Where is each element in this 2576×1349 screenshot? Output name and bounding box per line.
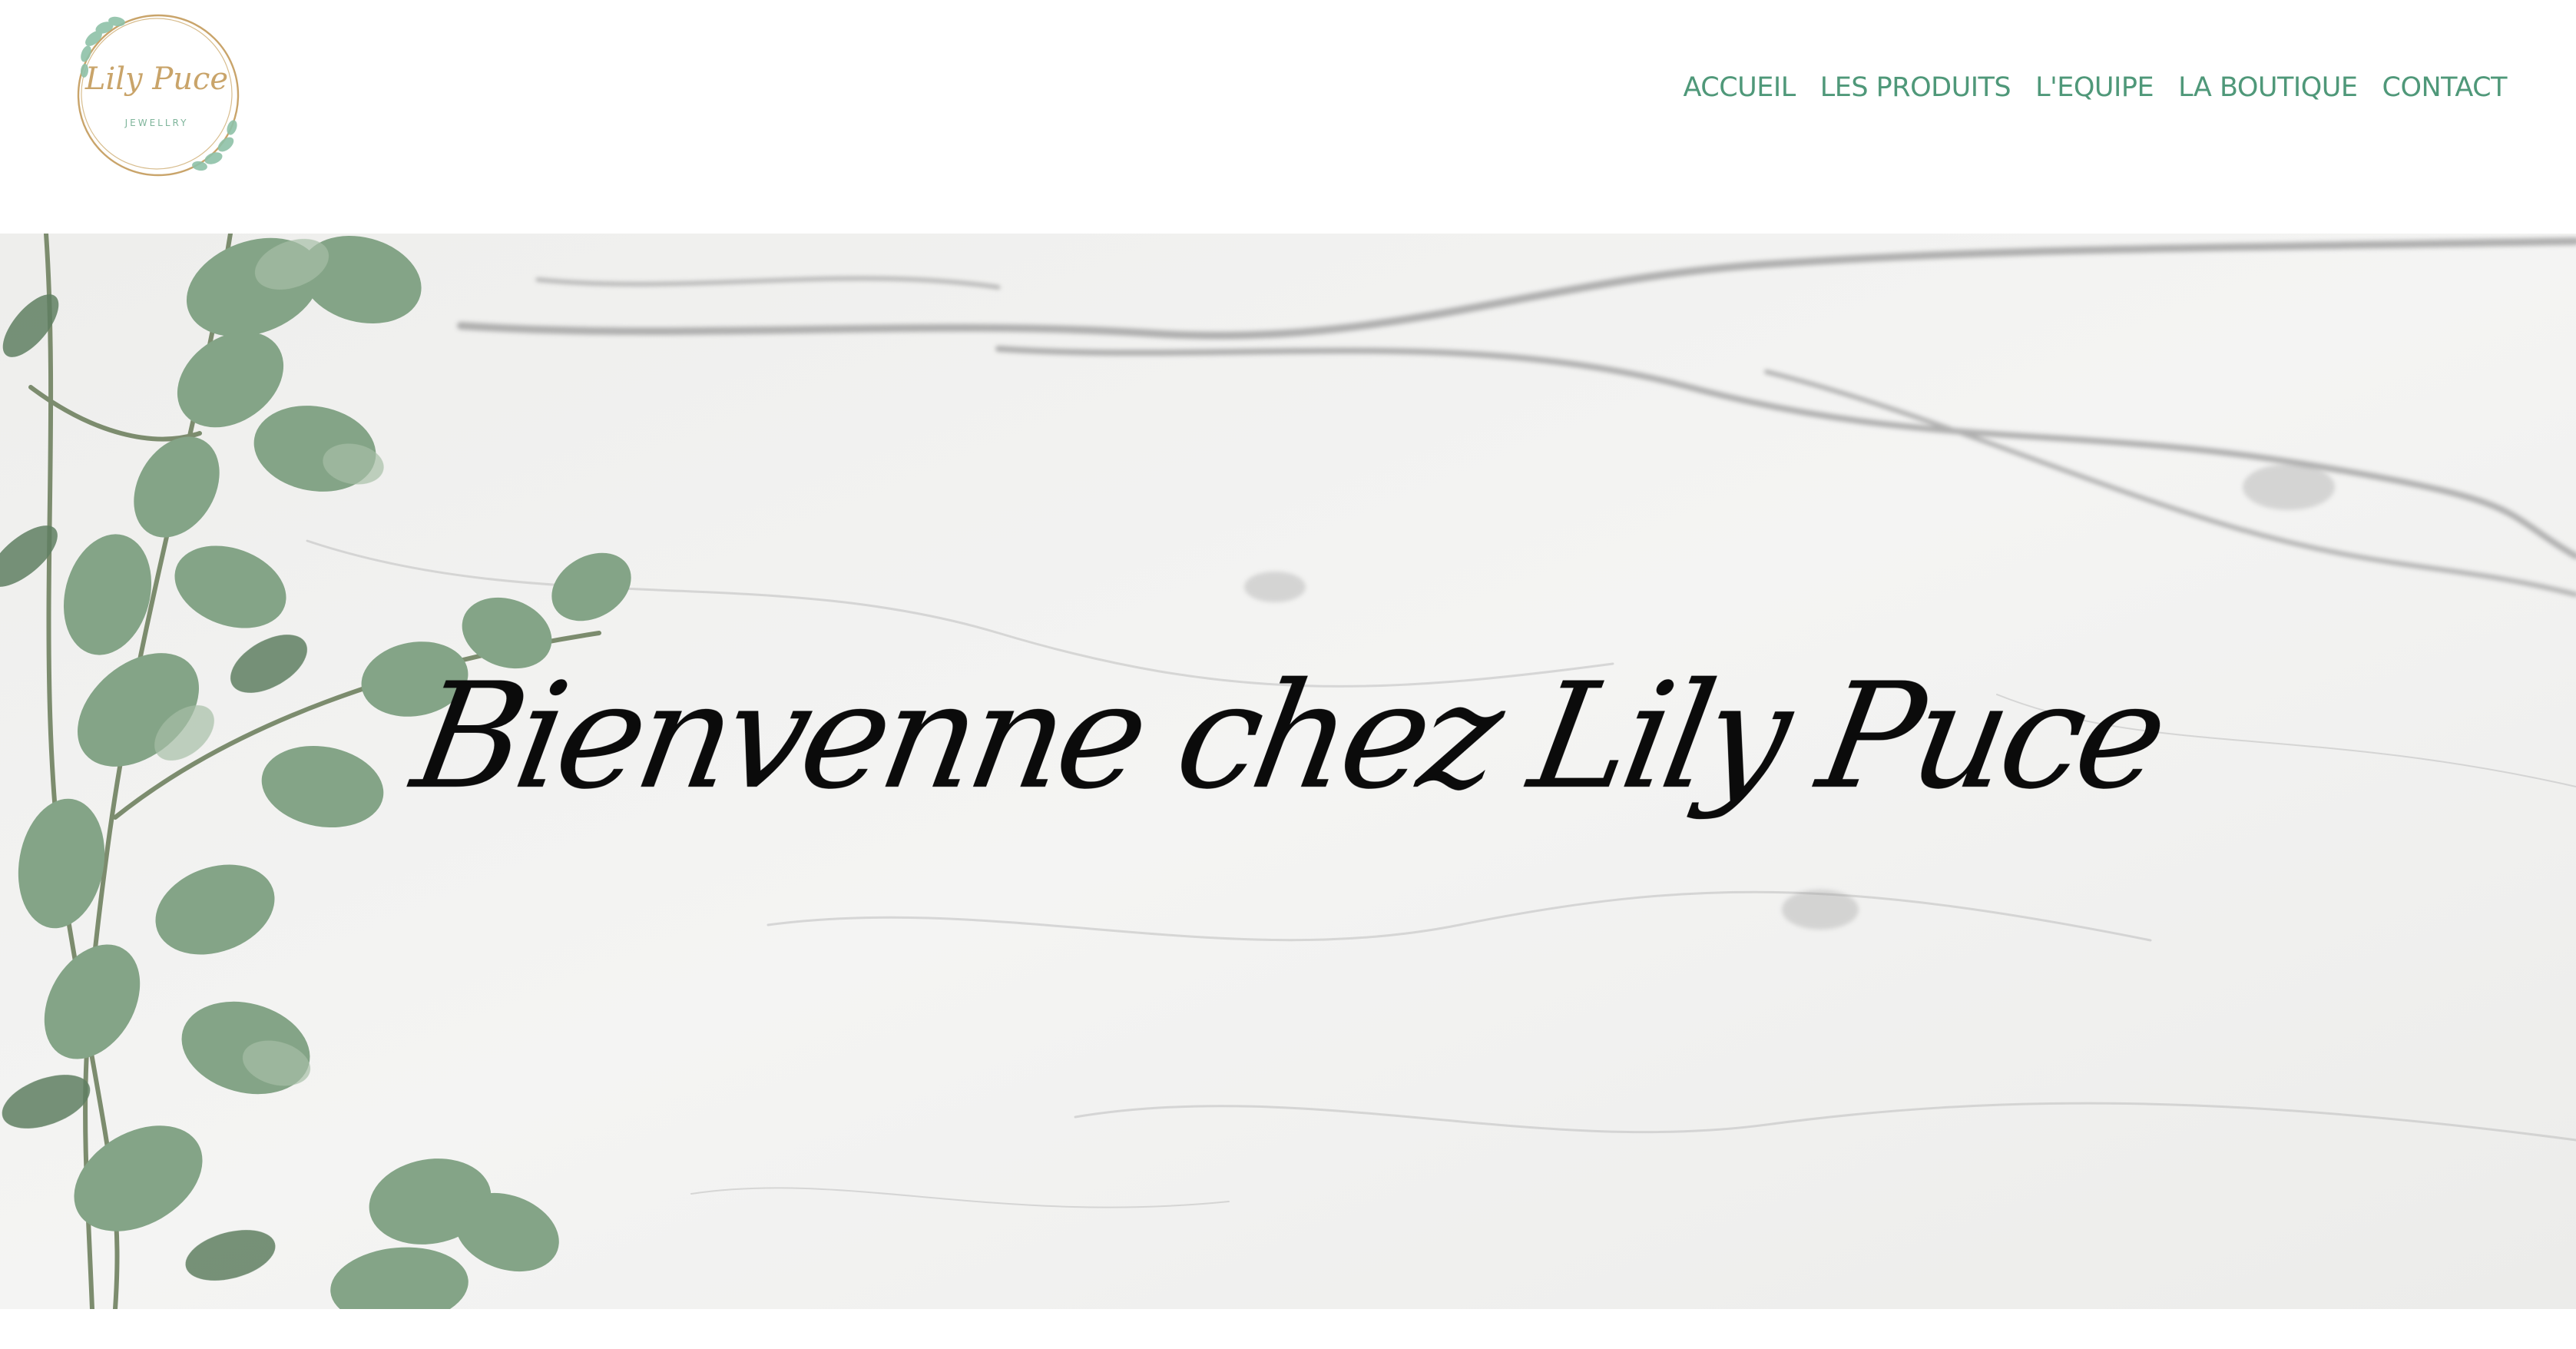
svg-text:JEWELLRY: JEWELLRY bbox=[124, 118, 189, 128]
logo-name-text: Lily Puce bbox=[84, 61, 228, 97]
eucalyptus-logo-icon: Lily Puce JEWELLRY bbox=[77, 14, 240, 177]
hero-banner: Bienvenne chez Lily Puce bbox=[0, 234, 2576, 1309]
nav-item-les-produits[interactable]: LES PRODUITS bbox=[1808, 72, 2023, 103]
main-nav: ACCUEIL LES PRODUITS L'EQUIPE LA BOUTIQU… bbox=[1670, 68, 2507, 108]
nav-item-la-boutique[interactable]: LA BOUTIQUE bbox=[2166, 72, 2369, 103]
nav-item-contact[interactable]: CONTACT bbox=[2370, 72, 2508, 103]
nav-item-lequipe[interactable]: L'EQUIPE bbox=[2023, 72, 2166, 103]
svg-text:Lily Puce: Lily Puce bbox=[84, 61, 228, 97]
site-header: Lily Puce JEWELLRY ACCUEIL LES PRODUITS … bbox=[0, 0, 2576, 234]
logo-sub-text: JEWELLRY bbox=[124, 118, 189, 128]
nav-item-accueil[interactable]: ACCUEIL bbox=[1670, 72, 1807, 103]
page-bottom-spacer bbox=[0, 1309, 2576, 1349]
hero-title: Bienvenne chez Lily Puce bbox=[402, 651, 2174, 821]
page: Lily Puce JEWELLRY ACCUEIL LES PRODUITS … bbox=[0, 0, 2576, 1349]
site-logo[interactable]: Lily Puce JEWELLRY bbox=[68, 9, 249, 180]
